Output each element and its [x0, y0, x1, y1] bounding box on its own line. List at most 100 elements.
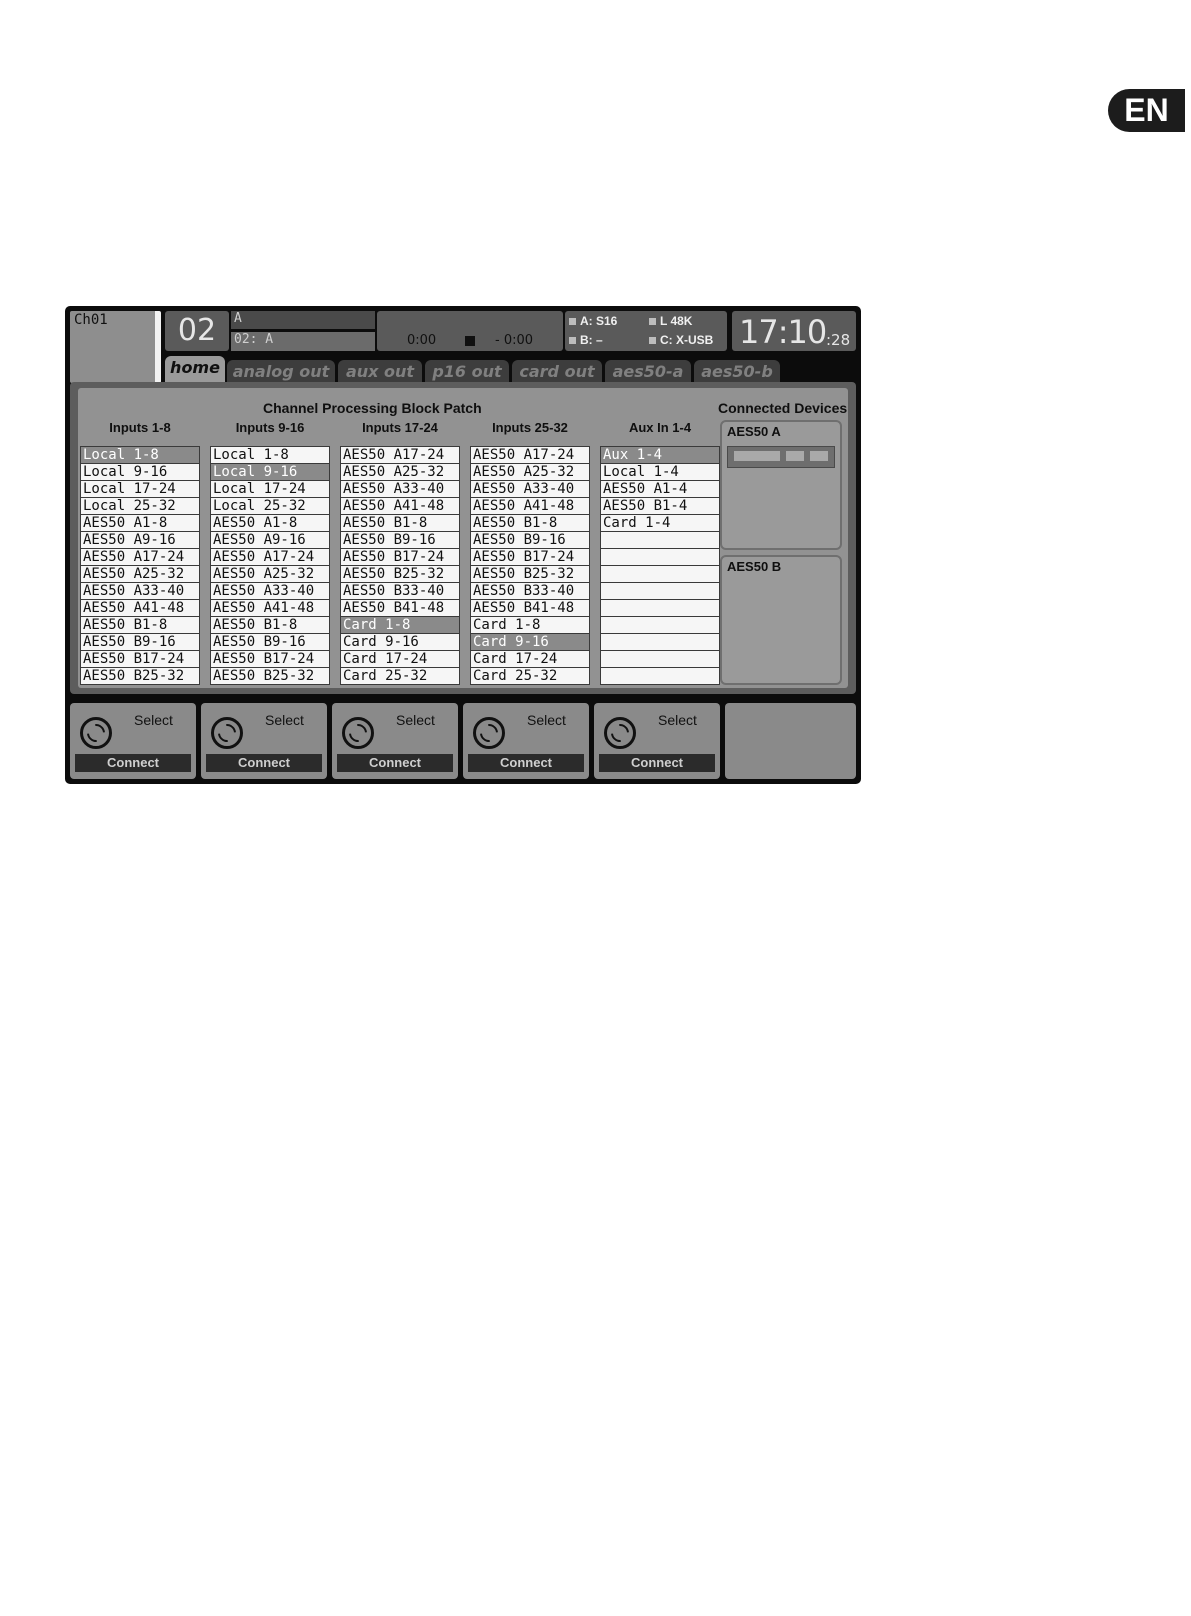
patch-option[interactable]: AES50 B1-4: [601, 498, 719, 514]
patch-list[interactable]: Local 1-8 Local 9-16 Local 17-24 Local 25-3…: [210, 446, 330, 685]
patch-option[interactable]: AES50 B25-32: [341, 566, 459, 582]
patch-option[interactable]: AES50 A41-48: [471, 498, 589, 514]
patch-option[interactable]: AES50 A17-24: [81, 549, 199, 565]
patch-option[interactable]: Card 1-4: [601, 515, 719, 531]
patch-option[interactable]: AES50 A41-48: [211, 600, 329, 616]
patch-option[interactable]: AES50 A41-48: [81, 600, 199, 616]
patch-option[interactable]: Local 9-16: [81, 464, 199, 480]
patch-option[interactable]: Card 17-24: [471, 651, 589, 667]
patch-option[interactable]: [601, 668, 719, 684]
patch-option[interactable]: AES50 B17-24: [81, 651, 199, 667]
channel-display[interactable]: Ch01: [70, 311, 161, 383]
connect-button[interactable]: Connect: [468, 754, 584, 772]
tab-home[interactable]: home: [165, 356, 225, 384]
patch-option[interactable]: Local 9-16: [211, 464, 329, 480]
rotary-encoder-icon[interactable]: [342, 717, 374, 749]
patch-option[interactable]: AES50 B17-24: [211, 651, 329, 667]
patch-option[interactable]: AES50 A33-40: [341, 481, 459, 497]
encoder-1[interactable]: Select Connect: [70, 703, 196, 779]
patch-option[interactable]: [601, 617, 719, 633]
patch-option[interactable]: [601, 566, 719, 582]
encoder-5[interactable]: Select Connect: [594, 703, 720, 779]
patch-option[interactable]: Local 1-8: [211, 447, 329, 463]
device-slot-aes50-b[interactable]: AES50 B: [720, 555, 842, 685]
patch-option[interactable]: Card 25-32: [341, 668, 459, 684]
patch-option[interactable]: [601, 583, 719, 599]
patch-option[interactable]: AES50 B1-8: [341, 515, 459, 531]
patch-option[interactable]: AES50 A17-24: [471, 447, 589, 463]
patch-option[interactable]: Local 17-24: [81, 481, 199, 497]
tab-p16-out[interactable]: p16 out: [425, 360, 509, 384]
patch-option[interactable]: AES50 A25-32: [341, 464, 459, 480]
patch-option[interactable]: AES50 B1-8: [81, 617, 199, 633]
connect-button[interactable]: Connect: [337, 754, 453, 772]
patch-option[interactable]: Card 9-16: [471, 634, 589, 650]
patch-option[interactable]: AES50 B25-32: [211, 668, 329, 684]
encoder-2[interactable]: Select Connect: [201, 703, 327, 779]
patch-option[interactable]: [601, 549, 719, 565]
patch-option[interactable]: Card 1-8: [341, 617, 459, 633]
tab-aux-out[interactable]: aux out: [338, 360, 422, 384]
patch-option[interactable]: AES50 B25-32: [471, 566, 589, 582]
rotary-encoder-icon[interactable]: [473, 717, 505, 749]
patch-option[interactable]: AES50 A41-48: [341, 498, 459, 514]
patch-option[interactable]: AES50 B9-16: [81, 634, 199, 650]
rotary-encoder-icon[interactable]: [80, 717, 112, 749]
rotary-encoder-icon[interactable]: [604, 717, 636, 749]
patch-option[interactable]: [601, 651, 719, 667]
patch-option[interactable]: Card 25-32: [471, 668, 589, 684]
patch-option[interactable]: Card 17-24: [341, 651, 459, 667]
patch-option[interactable]: [601, 600, 719, 616]
patch-option[interactable]: AES50 A25-32: [471, 464, 589, 480]
patch-option[interactable]: AES50 A33-40: [471, 481, 589, 497]
patch-option[interactable]: AES50 B41-48: [471, 600, 589, 616]
patch-option[interactable]: AES50 A9-16: [211, 532, 329, 548]
patch-option[interactable]: Card 9-16: [341, 634, 459, 650]
connect-button[interactable]: Connect: [599, 754, 715, 772]
patch-option[interactable]: AES50 B33-40: [341, 583, 459, 599]
patch-option[interactable]: [601, 532, 719, 548]
patch-option[interactable]: AES50 A25-32: [211, 566, 329, 582]
patch-option[interactable]: AES50 A33-40: [211, 583, 329, 599]
patch-option[interactable]: AES50 B17-24: [471, 549, 589, 565]
patch-option[interactable]: AES50 B9-16: [471, 532, 589, 548]
patch-list[interactable]: Local 1-8 Local 9-16 Local 17-24 Local 25-3…: [80, 446, 200, 685]
patch-option[interactable]: AES50 B25-32: [81, 668, 199, 684]
patch-list[interactable]: AES50 A17-24 AES50 A25-32 AES50 A33-40 AES5…: [470, 446, 590, 685]
patch-option[interactable]: AES50 A17-24: [341, 447, 459, 463]
patch-option[interactable]: AES50 B33-40: [471, 583, 589, 599]
rotary-encoder-icon[interactable]: [211, 717, 243, 749]
patch-option[interactable]: AES50 A1-8: [211, 515, 329, 531]
patch-list[interactable]: AES50 A17-24 AES50 A25-32 AES50 A33-40 AES5…: [340, 446, 460, 685]
patch-option[interactable]: AES50 A1-8: [81, 515, 199, 531]
encoder-3[interactable]: Select Connect: [332, 703, 458, 779]
patch-option[interactable]: AES50 B17-24: [341, 549, 459, 565]
patch-option[interactable]: AES50 B41-48: [341, 600, 459, 616]
patch-option[interactable]: AES50 B9-16: [211, 634, 329, 650]
patch-option[interactable]: Local 1-8: [81, 447, 199, 463]
patch-option[interactable]: AES50 B1-8: [211, 617, 329, 633]
tab-analog-out[interactable]: analog out: [227, 360, 335, 384]
patch-option[interactable]: AES50 A9-16: [81, 532, 199, 548]
connect-button[interactable]: Connect: [206, 754, 322, 772]
patch-option[interactable]: Local 17-24: [211, 481, 329, 497]
tab-aes50-b[interactable]: aes50-b: [694, 360, 780, 384]
tab-card-out[interactable]: card out: [512, 360, 602, 384]
patch-option[interactable]: AES50 A33-40: [81, 583, 199, 599]
patch-option[interactable]: Local 25-32: [211, 498, 329, 514]
patch-option[interactable]: Card 1-8: [471, 617, 589, 633]
patch-option[interactable]: AES50 B1-8: [471, 515, 589, 531]
patch-option[interactable]: Local 1-4: [601, 464, 719, 480]
patch-option[interactable]: AES50 B9-16: [341, 532, 459, 548]
patch-option[interactable]: Aux 1-4: [601, 447, 719, 463]
patch-option[interactable]: Local 25-32: [81, 498, 199, 514]
patch-option[interactable]: AES50 A25-32: [81, 566, 199, 582]
tab-aes50-a[interactable]: aes50-a: [605, 360, 691, 384]
patch-list[interactable]: Aux 1-4 Local 1-4 AES50 A1-4 AES50 B1-4 Card…: [600, 446, 720, 685]
patch-option[interactable]: AES50 A17-24: [211, 549, 329, 565]
encoder-4[interactable]: Select Connect: [463, 703, 589, 779]
device-slot-aes50-a[interactable]: AES50 A: [720, 420, 842, 550]
patch-option[interactable]: AES50 A1-4: [601, 481, 719, 497]
patch-option[interactable]: [601, 634, 719, 650]
connect-button[interactable]: Connect: [75, 754, 191, 772]
